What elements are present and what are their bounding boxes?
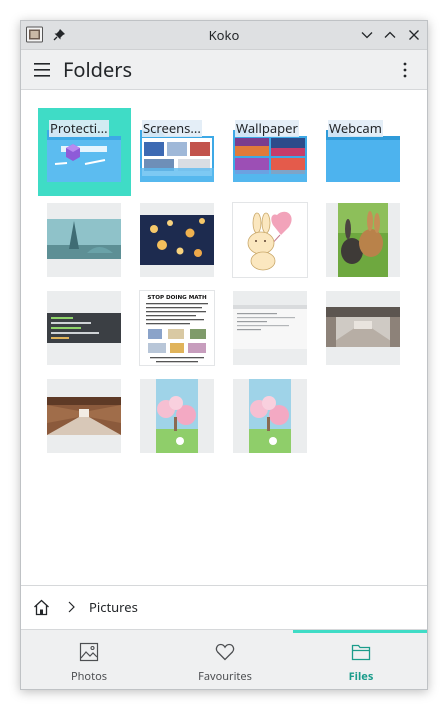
tab-photos[interactable]: Photos — [21, 630, 157, 689]
photo-thumbnail[interactable] — [317, 198, 410, 286]
folder-wallpaper[interactable]: Wallpaper — [224, 108, 317, 196]
photo-station-hall — [326, 307, 400, 347]
breadcrumb-item-pictures[interactable]: Pictures — [89, 586, 138, 629]
minimize-button[interactable] — [360, 28, 374, 42]
heart-icon — [215, 643, 235, 661]
maximize-button[interactable] — [383, 28, 397, 42]
folder-label: Screens... — [142, 120, 202, 137]
folder-grid: Protecti... Screens... Wallpaper Webcam … — [21, 90, 427, 585]
photo-thumbnail[interactable] — [224, 374, 317, 462]
app-window: Koko Folders Protecti... Screens... Wall… — [20, 20, 428, 690]
hamburger-menu-icon[interactable] — [34, 62, 50, 78]
active-tab-indicator — [293, 630, 427, 633]
photo-thumbnail[interactable] — [38, 374, 131, 462]
breadcrumb: Pictures — [21, 585, 427, 629]
page-title: Folders — [63, 56, 133, 83]
title-bar[interactable]: Koko — [21, 21, 427, 50]
tab-files[interactable]: Files — [293, 630, 427, 689]
photo-thumbnail[interactable]: STOP DOING MATH — [131, 286, 224, 374]
photo-thumbnail[interactable] — [38, 286, 131, 374]
tab-favourites[interactable]: Favourites — [157, 630, 293, 689]
tab-label: Favourites — [198, 669, 252, 684]
folder-label: Protecti... — [49, 120, 109, 137]
photo-lanterns — [140, 215, 214, 265]
photo-bunny-balloon — [247, 211, 292, 271]
close-button[interactable] — [407, 28, 421, 42]
photo-tower-scene — [47, 219, 121, 259]
folder-webcam[interactable]: Webcam — [317, 108, 410, 196]
tab-label: Files — [348, 669, 374, 684]
folder-label: Webcam — [328, 120, 383, 137]
photo-document-screenshot — [233, 305, 307, 349]
bottom-navigation: Photos Favourites Files — [21, 629, 427, 689]
meme-caption: STOP DOING MATH — [147, 295, 207, 301]
photo-thumbnail[interactable] — [131, 374, 224, 462]
photo-corridor — [47, 397, 121, 435]
image-icon — [79, 642, 99, 662]
photo-meme: STOP DOING MATH — [140, 291, 214, 365]
photo-thumbnail[interactable] — [224, 198, 317, 286]
folder-protected[interactable]: Protecti... — [38, 108, 131, 196]
photo-cherry-blossom — [156, 379, 198, 453]
photo-rabbits — [338, 203, 388, 277]
photo-thumbnail[interactable] — [38, 198, 131, 286]
photo-thumbnail[interactable] — [224, 286, 317, 374]
tab-label: Photos — [70, 669, 107, 684]
chevron-right-icon — [68, 601, 75, 613]
folder-screenshots[interactable]: Screens... — [131, 108, 224, 196]
home-icon[interactable] — [33, 599, 50, 616]
folder-label: Wallpaper — [235, 120, 299, 137]
photo-thumbnail[interactable] — [131, 198, 224, 286]
page-header: Folders — [21, 50, 427, 90]
photo-cherry-blossom — [249, 379, 291, 453]
overflow-menu-icon[interactable] — [397, 61, 413, 79]
photo-thumbnail[interactable] — [317, 286, 410, 374]
photo-terminal-screenshot — [47, 313, 121, 343]
folder-icon — [351, 644, 371, 661]
